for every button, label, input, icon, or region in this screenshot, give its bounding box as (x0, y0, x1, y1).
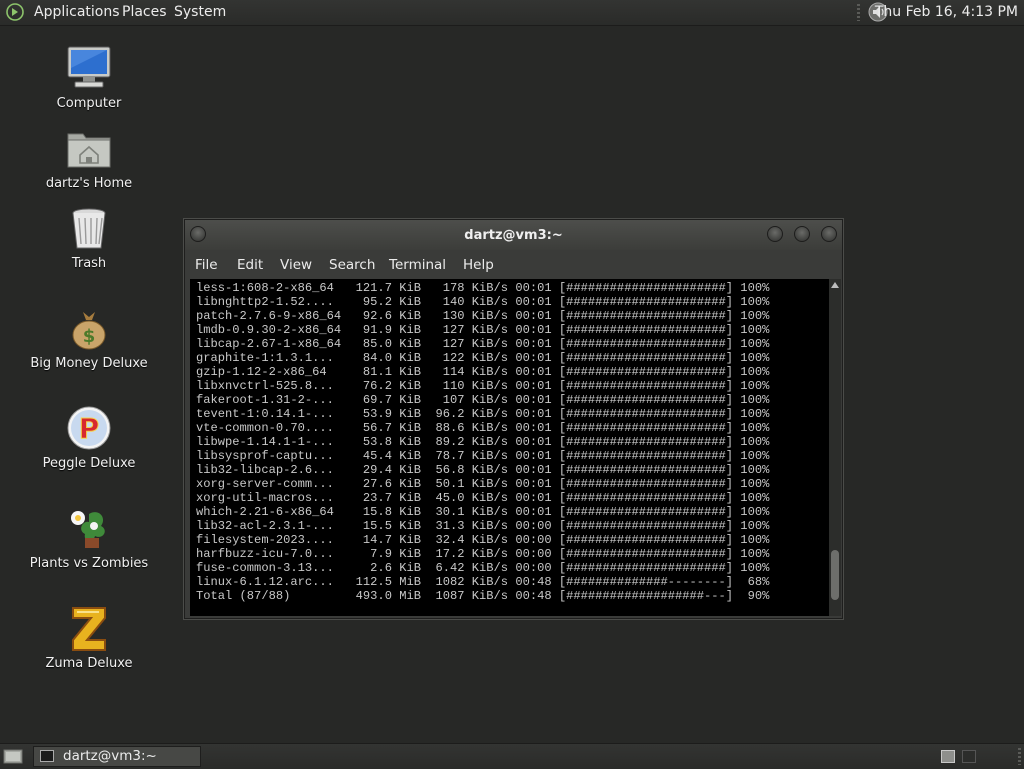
terminal-line: less-1:608-2-x86_64 121.7 KiB 178 KiB/s … (196, 281, 770, 295)
terminal-output: less-1:608-2-x86_64 121.7 KiB 178 KiB/s … (196, 281, 769, 603)
money-bag-icon: $ (72, 312, 106, 350)
menu-view[interactable]: View (280, 257, 312, 273)
applications-logo-icon[interactable] (6, 3, 24, 21)
window-titlebar[interactable]: dartz@vm3:~ (185, 220, 842, 250)
terminal-screen[interactable]: less-1:608-2-x86_64 121.7 KiB 178 KiB/s … (190, 279, 829, 616)
trash-icon (72, 208, 106, 249)
terminal-line: libnghttp2-1.52.... 95.2 KiB 140 KiB/s 0… (196, 295, 770, 309)
clock[interactable]: Thu Feb 16, 4:13 PM (875, 4, 1018, 20)
desktop-icon-label: Trash (71, 256, 107, 271)
desktop-icon-computer[interactable]: Computer (19, 44, 159, 111)
terminal-window[interactable]: dartz@vm3:~ File Edit View Search Termin… (184, 219, 843, 619)
terminal-line: libsysprof-captu... 45.4 KiB 78.7 KiB/s … (196, 449, 770, 463)
window-title: dartz@vm3:~ (464, 228, 563, 243)
scroll-up-arrow-icon[interactable] (831, 282, 839, 288)
top-panel: Applications Places System Thu Feb 16, 4… (0, 0, 1024, 26)
applications-menu[interactable]: Applications (34, 4, 120, 20)
terminal-line: fuse-common-3.13... 2.6 KiB 6.42 KiB/s 0… (196, 561, 770, 575)
desktop-icon-zuma[interactable]: Zuma Deluxe (19, 604, 159, 671)
terminal-line: lib32-acl-2.3.1-... 15.5 KiB 31.3 KiB/s … (196, 519, 770, 533)
terminal-line: lmdb-0.9.30-2-x86_64 91.9 KiB 127 KiB/s … (196, 323, 770, 337)
show-desktop-icon[interactable] (3, 748, 23, 764)
menu-search[interactable]: Search (329, 257, 375, 273)
desktop-icon-home[interactable]: dartz's Home (19, 124, 159, 191)
terminal-line: filesystem-2023.... 14.7 KiB 32.4 KiB/s … (196, 533, 770, 547)
desktop-icon-big-money[interactable]: $ Big Money Deluxe (19, 304, 159, 371)
desktop-icon-label: Zuma Deluxe (45, 656, 133, 671)
desktop-icon-label: Computer (56, 96, 122, 111)
peggle-icon: P (67, 406, 111, 450)
maximize-button[interactable] (794, 226, 810, 242)
desktop-icon-peggle[interactable]: P Peggle Deluxe (19, 404, 159, 471)
terminal-line: linux-6.1.12.arc... 112.5 MiB 1082 KiB/s… (196, 575, 770, 589)
terminal-line: tevent-1:0.14.1-... 53.9 KiB 96.2 KiB/s … (196, 407, 770, 421)
menu-help[interactable]: Help (463, 257, 494, 273)
terminal-line: lib32-libcap-2.6... 29.4 KiB 56.8 KiB/s … (196, 463, 770, 477)
svg-text:$: $ (83, 326, 96, 347)
workspace-2[interactable] (962, 750, 976, 763)
terminal-line: Total (87/88) 493.0 MiB 1087 KiB/s 00:48… (196, 589, 770, 603)
workspace-1[interactable] (941, 750, 955, 763)
terminal-line: vte-common-0.70.... 56.7 KiB 88.6 KiB/s … (196, 421, 770, 435)
system-menu[interactable]: System (174, 4, 226, 20)
terminal-line: gzip-1.12-2-x86_64 81.1 KiB 114 KiB/s 00… (196, 365, 770, 379)
scrollbar-thumb[interactable] (831, 550, 839, 600)
terminal-scrollbar[interactable] (829, 279, 841, 616)
taskbar-button-label: dartz@vm3:~ (63, 748, 157, 764)
home-folder-icon (67, 133, 111, 168)
computer-icon (67, 46, 111, 88)
terminal-line: patch-2.7.6-9-x86_64 92.6 KiB 130 KiB/s … (196, 309, 770, 323)
terminal-line: harfbuzz-icu-7.0... 7.9 KiB 17.2 KiB/s 0… (196, 547, 770, 561)
terminal-line: libxnvctrl-525.8... 76.2 KiB 110 KiB/s 0… (196, 379, 770, 393)
bottom-panel: dartz@vm3:~ (0, 743, 1024, 769)
terminal-line: fakeroot-1.31-2-... 69.7 KiB 107 KiB/s 0… (196, 393, 770, 407)
menu-edit[interactable]: Edit (237, 257, 263, 273)
desktop-icon-plants-vs-zombies[interactable]: Plants vs Zombies (19, 504, 159, 571)
terminal-icon (40, 750, 54, 762)
terminal-line: xorg-server-comm... 27.6 KiB 50.1 KiB/s … (196, 477, 770, 491)
desktop-icon-label: Peggle Deluxe (42, 456, 136, 471)
menu-terminal[interactable]: Terminal (389, 257, 446, 273)
terminal-line: libcap-2.67-1-x86_64 85.0 KiB 127 KiB/s … (196, 337, 770, 351)
desktop-icon-label: dartz's Home (45, 176, 133, 191)
svg-text:P: P (79, 412, 100, 445)
places-menu[interactable]: Places (122, 4, 167, 20)
plants-vs-zombies-icon (71, 511, 105, 548)
terminal-line: graphite-1:1.3.1... 84.0 KiB 122 KiB/s 0… (196, 351, 770, 365)
zuma-icon (72, 607, 106, 651)
taskbar-button-terminal[interactable]: dartz@vm3:~ (33, 746, 201, 767)
close-button[interactable] (821, 226, 837, 242)
terminal-line: which-2.21-6-x86_64 15.8 KiB 30.1 KiB/s … (196, 505, 770, 519)
terminal-menubar: File Edit View Search Terminal Help (185, 252, 842, 278)
panel-handle (1018, 748, 1021, 765)
desktop-icon-trash[interactable]: Trash (19, 204, 159, 271)
minimize-button[interactable] (767, 226, 783, 242)
terminal-line: libwpe-1.14.1-1-... 53.8 KiB 89.2 KiB/s … (196, 435, 770, 449)
desktop-icon-label: Big Money Deluxe (30, 356, 148, 371)
desktop-icon-label: Plants vs Zombies (29, 556, 149, 571)
menu-file[interactable]: File (195, 257, 218, 273)
panel-handle (857, 4, 860, 21)
terminal-line: xorg-util-macros... 23.7 KiB 45.0 KiB/s … (196, 491, 770, 505)
